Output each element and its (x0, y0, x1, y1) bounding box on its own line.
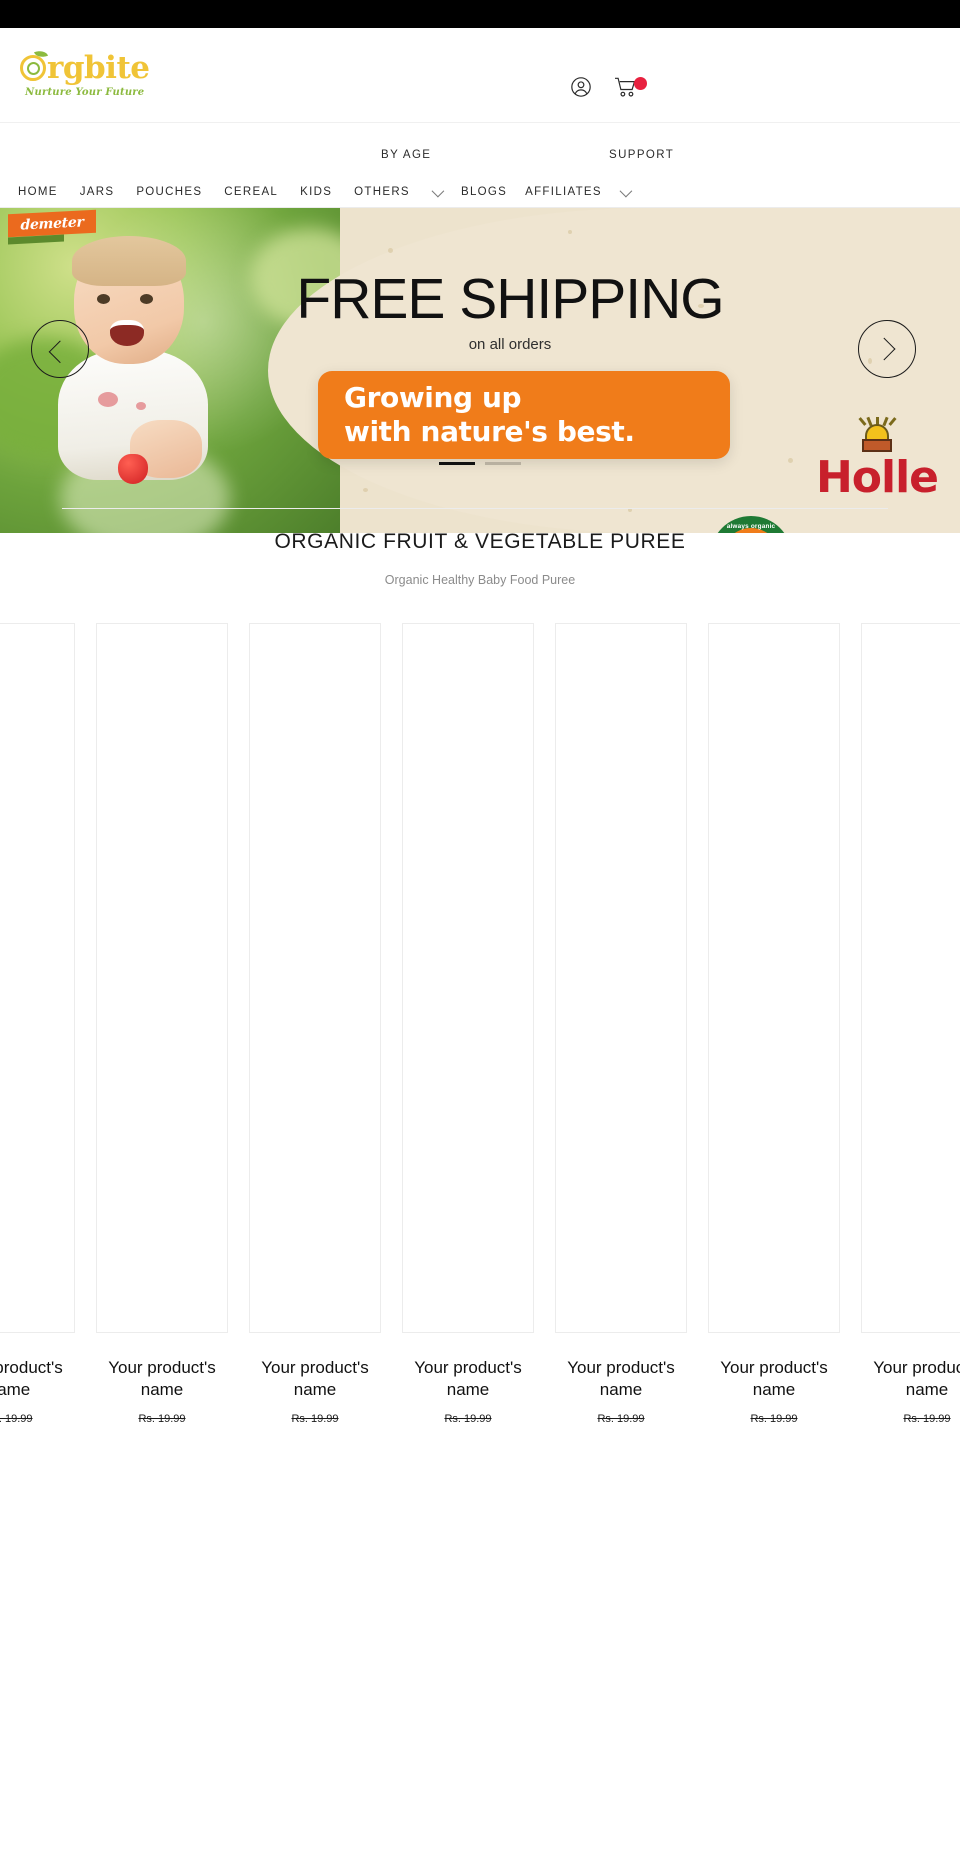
promo-line-2: with nature's best. (344, 415, 635, 448)
product-name: Your product's name (873, 1358, 960, 1399)
header-icon-group (570, 76, 647, 98)
product-price: Rs. 19.99 (444, 1412, 492, 1425)
section-heading: ORGANIC FRUIT & VEGETABLE PUREE (274, 530, 686, 553)
product-name: Your product's name (720, 1358, 828, 1399)
chevron-down-icon[interactable] (431, 184, 445, 197)
section-divider (62, 508, 888, 509)
nav-secondary-links: BLOGS AFFILIATES (461, 184, 633, 198)
nav-link-cereal[interactable]: CEREAL (224, 186, 278, 198)
logo-tagline: Nurture Your Future (25, 86, 145, 98)
chevron-left-icon (48, 340, 72, 364)
product-price: Rs. 19.99 (750, 1412, 798, 1425)
nav-link-jars[interactable]: JARS (80, 186, 115, 198)
product-image-placeholder (861, 623, 960, 1333)
product-name: Your product's name (414, 1358, 522, 1399)
cart-item-badge (634, 77, 647, 90)
holle-sun-oven-icon (853, 416, 901, 454)
logo-text: rgbite (47, 49, 150, 86)
product-price: Rs. 19.99 (0, 1412, 33, 1425)
hero-carousel[interactable]: demeter FREE SHIPPING on all orders Grow… (0, 208, 960, 533)
holle-brand-logo: Holle (812, 416, 942, 500)
carousel-pagination (0, 462, 960, 465)
carousel-dot-2[interactable] (485, 462, 521, 465)
nav-link-others[interactable]: OTHERS (354, 186, 410, 198)
product-image-placeholder (0, 623, 75, 1333)
carousel-next-button[interactable] (858, 320, 916, 378)
logo-orange-icon (20, 48, 49, 81)
carousel-dot-1[interactable] (439, 462, 475, 465)
chevron-down-icon[interactable] (619, 184, 633, 197)
nav-primary-links: HOME JARS POUCHES CEREAL KIDS OTHERS (18, 184, 445, 198)
product-carousel[interactable]: Your product's name Rs. 19.99 Your produ… (0, 623, 960, 1443)
announcement-bar (0, 0, 960, 28)
product-image-placeholder (402, 623, 534, 1333)
product-card[interactable]: Your product's name Rs. 19.99 (96, 623, 228, 1425)
site-header: rgbite Nurture Your Future (0, 28, 960, 123)
chevron-right-icon (872, 337, 896, 361)
product-name: Your product's name (567, 1358, 675, 1399)
nav-link-kids[interactable]: KIDS (300, 186, 332, 198)
demeter-label: demeter (20, 213, 84, 234)
nav-link-blogs[interactable]: BLOGS (461, 186, 507, 198)
nav-link-pouches[interactable]: POUCHES (136, 186, 202, 198)
nav-link-home[interactable]: HOME (18, 186, 58, 198)
product-card[interactable]: Your product's name Rs. 19.99 (861, 623, 960, 1425)
product-price: Rs. 19.99 (291, 1412, 339, 1425)
hero-promo-box: Growing up with nature's best. (318, 371, 730, 459)
promo-line-1: Growing up (344, 381, 522, 414)
product-carousel-track: Your product's name Rs. 19.99 Your produ… (0, 623, 960, 1425)
nav-group-support[interactable]: SUPPORT (609, 149, 674, 161)
product-image-placeholder (96, 623, 228, 1333)
product-price: Rs. 19.99 (597, 1412, 645, 1425)
seal-top-text: always organic (726, 523, 776, 530)
logo-wordmark: rgbite (20, 48, 150, 86)
shopping-cart-icon[interactable] (614, 76, 647, 98)
baby-illustration (52, 236, 267, 492)
product-image-placeholder (708, 623, 840, 1333)
account-circle-icon[interactable] (570, 76, 592, 98)
product-section: ORGANIC FRUIT & VEGETABLE PUREE Organic … (0, 530, 960, 1443)
product-card[interactable]: Your product's name Rs. 19.99 (249, 623, 381, 1425)
demeter-badge: demeter (8, 209, 96, 245)
nav-group-by-age[interactable]: BY AGE (381, 149, 431, 161)
logo-inner-ring (26, 61, 40, 75)
product-price: Rs. 19.99 (138, 1412, 186, 1425)
product-card[interactable]: Your product's name Rs. 19.99 (402, 623, 534, 1425)
site-logo[interactable]: rgbite Nurture Your Future (20, 48, 150, 98)
product-card[interactable]: Your product's name Rs. 19.99 (0, 623, 75, 1425)
product-name: Your product's name (261, 1358, 369, 1399)
nav-link-affiliates[interactable]: AFFILIATES (525, 186, 602, 198)
carousel-prev-button[interactable] (31, 320, 89, 378)
section-subheading: Organic Healthy Baby Food Puree (384, 573, 576, 587)
product-image-placeholder (249, 623, 381, 1333)
product-card[interactable]: Your product's name Rs. 19.99 (555, 623, 687, 1425)
strawberry-icon (118, 454, 148, 484)
main-navigation: BY AGE SUPPORT HOME JARS POUCHES CEREAL … (0, 123, 960, 252)
product-name: Your product's name (108, 1358, 216, 1399)
logo-leaf-icon (33, 48, 49, 60)
product-name: Your product's name (0, 1358, 63, 1399)
product-card[interactable]: Your product's name Rs. 19.99 (708, 623, 840, 1425)
product-price: Rs. 19.99 (903, 1412, 951, 1425)
product-image-placeholder (555, 623, 687, 1333)
hero-subheadline: on all orders (468, 336, 552, 353)
hero-headline: FREE SHIPPING (296, 267, 724, 331)
